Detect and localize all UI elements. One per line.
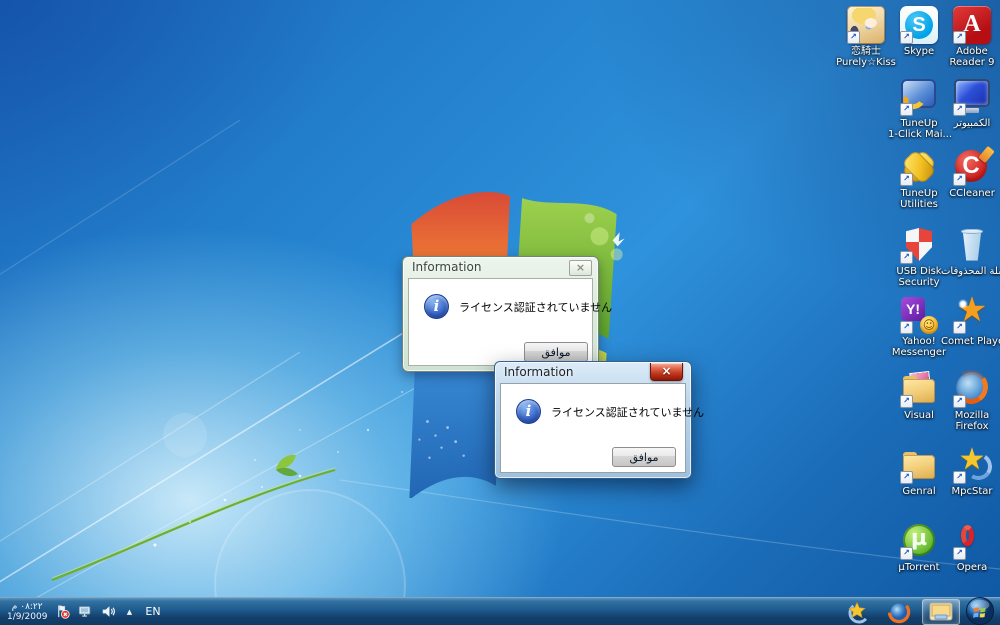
- info-icon: [424, 294, 449, 319]
- dialog-titlebar[interactable]: Information: [403, 257, 598, 278]
- ok-button[interactable]: موافق: [524, 342, 588, 362]
- desktop-icon-computer[interactable]: الكمبيوتر: [941, 78, 1000, 129]
- shortcut-arrow-icon: [953, 471, 966, 484]
- mpcstar-icon: [846, 600, 870, 624]
- shortcut-arrow-icon: [953, 395, 966, 408]
- start-button[interactable]: [965, 596, 995, 625]
- icon-label: Comet Player: [941, 336, 1000, 347]
- dialog-client-area: ライセンス認証されていません موافق: [408, 278, 593, 366]
- desktop-icon-opera[interactable]: Opera: [941, 522, 1000, 573]
- action-center-flag-icon: [55, 604, 70, 619]
- information-dialog-background[interactable]: Information ライセンス認証されていません موافق: [402, 256, 599, 372]
- firefox-icon: [887, 600, 911, 624]
- shortcut-arrow-icon: [900, 395, 913, 408]
- close-icon[interactable]: [569, 260, 592, 276]
- icon-label: Mozilla: [941, 410, 1000, 421]
- desktop-icon-comet-player[interactable]: Comet Player: [941, 296, 1000, 347]
- shortcut-arrow-icon: [953, 173, 966, 186]
- dialog-title: Information: [504, 365, 573, 379]
- explorer-icon: [929, 602, 953, 622]
- taskbar-clock[interactable]: ٠٨:٢٢ م 1/9/2009: [7, 602, 47, 622]
- shortcut-arrow-icon: [953, 547, 966, 560]
- dialog-message: ライセンス認証されていません: [459, 299, 612, 315]
- taskbar: ٠٨:٢٢ م 1/9/2009: [0, 597, 1000, 625]
- shortcut-arrow-icon: [847, 31, 860, 44]
- shortcut-arrow-icon: [900, 251, 913, 264]
- volume-icon: [101, 604, 116, 619]
- icon-label: CCleaner: [941, 188, 1000, 199]
- language-indicator[interactable]: EN: [142, 605, 163, 618]
- icon-label: MpcStar: [941, 486, 1000, 497]
- icon-label-line2: Firefox: [941, 421, 1000, 432]
- action-center-button[interactable]: [54, 604, 70, 620]
- start-orb-icon: [965, 596, 995, 625]
- icon-label-line2: Messenger: [888, 347, 950, 358]
- taskbar-explorer-button[interactable]: [922, 599, 960, 625]
- info-icon: [516, 399, 541, 424]
- ok-button[interactable]: موافق: [612, 447, 676, 467]
- clock-time: ٠٨:٢٢ م: [7, 602, 47, 612]
- icon-label-line2: Utilities: [888, 199, 950, 210]
- icon-label: الكمبيوتر: [941, 118, 1000, 129]
- network-icon: [78, 604, 93, 619]
- clock-date: 1/9/2009: [7, 612, 47, 622]
- close-icon[interactable]: [650, 363, 683, 381]
- icon-label: Adobe: [941, 46, 1000, 57]
- taskbar-firefox-button[interactable]: [881, 600, 917, 624]
- dialog-titlebar[interactable]: Information: [495, 362, 691, 383]
- desktop-icon-ccleaner[interactable]: CCleaner: [941, 148, 1000, 199]
- network-button[interactable]: [77, 604, 93, 620]
- desktop-icon-mozilla-firefox[interactable]: Mozilla Firefox: [941, 370, 1000, 432]
- shortcut-arrow-icon: [900, 103, 913, 116]
- icon-label-line2: 1-Click Mai...: [888, 129, 950, 140]
- shortcut-arrow-icon: [953, 31, 966, 44]
- shortcut-arrow-icon: [900, 321, 913, 334]
- icon-label-line2: Purely☆Kiss: [835, 57, 897, 68]
- app-icon: [953, 226, 991, 264]
- volume-button[interactable]: [100, 604, 116, 620]
- shortcut-arrow-icon: [953, 321, 966, 334]
- taskbar-apps: [840, 598, 1000, 625]
- information-dialog-foreground[interactable]: Information ライセンス認証されていません موافق: [494, 361, 692, 479]
- shortcut-arrow-icon: [953, 103, 966, 116]
- icon-label-line2: Reader 9: [941, 57, 1000, 68]
- taskbar-mpcstar-button[interactable]: [840, 600, 876, 624]
- icon-label-line2: Security: [888, 277, 950, 288]
- shortcut-arrow-icon: [900, 471, 913, 484]
- show-hidden-icons-button[interactable]: [123, 604, 135, 620]
- desktop-icon-mpcstar[interactable]: MpcStar: [941, 446, 1000, 497]
- shortcut-arrow-icon: [900, 547, 913, 560]
- dialog-client-area: ライセンス認証されていません موافق: [500, 383, 686, 473]
- icon-label: سلة المحذوفات: [941, 266, 1000, 277]
- desktop-icon-recycle-bin[interactable]: سلة المحذوفات: [941, 226, 1000, 277]
- desktop: 恋騎士 Purely☆Kiss Skype Adobe Reader 9 Tun…: [0, 0, 1000, 625]
- shortcut-arrow-icon: [900, 173, 913, 186]
- shortcut-arrow-icon: [900, 31, 913, 44]
- dialog-message: ライセンス認証されていません: [551, 404, 704, 420]
- desktop-icon-adobe-reader[interactable]: Adobe Reader 9: [941, 6, 1000, 68]
- system-tray: ٠٨:٢٢ م 1/9/2009: [0, 598, 164, 625]
- dialog-title: Information: [412, 260, 481, 274]
- icon-label: Opera: [941, 562, 1000, 573]
